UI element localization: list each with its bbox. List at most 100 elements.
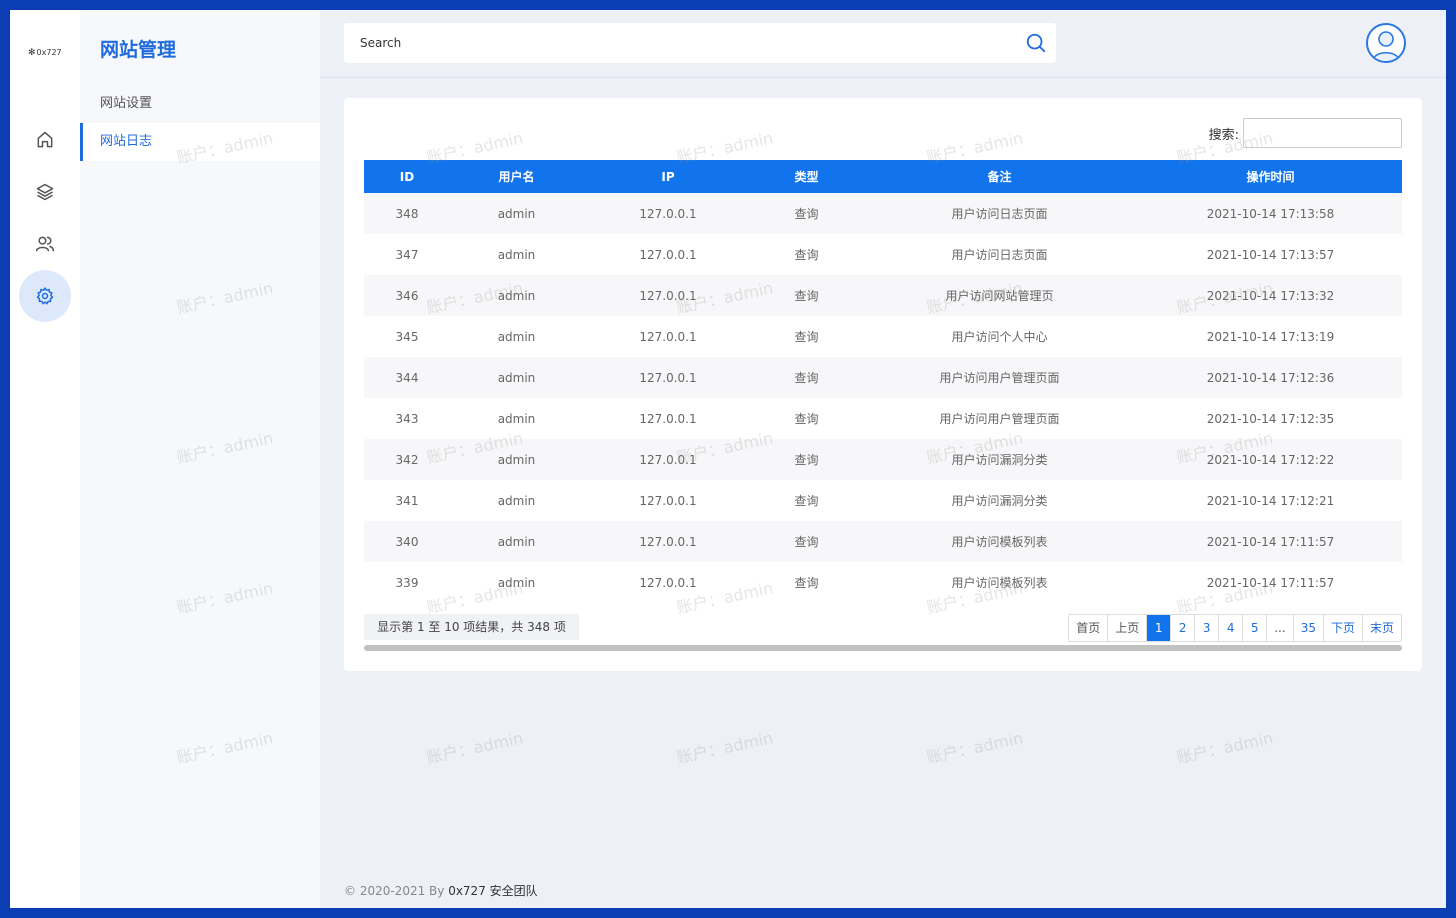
horizontal-scrollbar[interactable] (364, 645, 1402, 651)
table-cell: 127.0.0.1 (583, 439, 753, 480)
table-cell: admin (497, 575, 536, 590)
table-cell: admin (497, 411, 536, 426)
subnav-title: 网站管理 (100, 39, 177, 61)
table-row[interactable]: 347 admin 127.0.0.1 查询 用户访问日志页面 2021-10-14 17… (364, 234, 1402, 275)
column-header[interactable]: 操作时间 (1139, 160, 1402, 193)
table-row[interactable]: 340 admin 127.0.0.1 查询 用户访问模板列表 2021-10-14 17… (364, 521, 1402, 562)
table-cell: 2021-10-14 17:13:32 (1139, 275, 1402, 316)
pager-page-button[interactable]: 1 (1146, 615, 1171, 641)
table-cell: 用户访问漏洞分类 (951, 494, 1048, 508)
table-cell: 查询 (794, 330, 819, 344)
subnav-item-site-settings[interactable]: 网站设置 (80, 85, 320, 123)
rail-layers-button[interactable] (19, 166, 71, 218)
pager-page-button[interactable]: 35 (1292, 615, 1323, 641)
users-icon (35, 236, 55, 252)
table-row[interactable]: 339 admin 127.0.0.1 查询 用户访问模板列表 2021-10-14 17… (364, 562, 1402, 603)
table-header-row: ID 用户名 IP 类型 备注 操作时间 (364, 160, 1402, 193)
rail-settings-button[interactable] (19, 270, 71, 322)
search-input[interactable] (360, 36, 1016, 50)
pager-page-button[interactable]: 2 (1170, 615, 1194, 641)
pager-last-button[interactable]: 末页 (1361, 615, 1401, 641)
table-row[interactable]: 348 admin 127.0.0.1 查询 用户访问日志页面 2021-10-14 17… (364, 193, 1402, 234)
table-cell: 用户访问网站管理页 (860, 275, 1139, 316)
table-cell: 2021-10-14 17:12:36 (1139, 357, 1402, 398)
table-cell: 127.0.0.1 (583, 193, 753, 234)
table-cell: admin (450, 275, 583, 316)
table-row[interactable]: 345 admin 127.0.0.1 查询 用户访问个人中心 2021-10-14 17… (364, 316, 1402, 357)
log-table-card: 搜索: ID 用户名 IP 类型 备注 操作时间 348 admin 127.0.0.1 查询用… (344, 98, 1422, 671)
pager-page-button[interactable]: 3 (1194, 615, 1218, 641)
table-cell: 127.0.0.1 (639, 329, 697, 344)
pager-first-button[interactable]: 首页 (1069, 615, 1107, 641)
table-cell: 347 (395, 247, 419, 262)
table-cell: 345 (395, 329, 419, 344)
search-icon (1026, 33, 1046, 53)
table-cell: 用户访问日志页面 (951, 248, 1048, 262)
pager-ellipsis: ... (1266, 615, 1292, 641)
rail-home-button[interactable] (19, 114, 71, 166)
user-avatar[interactable] (1366, 23, 1406, 63)
home-icon (37, 131, 53, 148)
top-bar (320, 10, 1446, 78)
table-cell: 342 (364, 439, 450, 480)
table-cell: 查询 (753, 275, 860, 316)
table-cell: 2021-10-14 17:12:21 (1206, 493, 1335, 508)
table-cell: admin (450, 439, 583, 480)
pager-page-button[interactable]: 4 (1218, 615, 1242, 641)
table-cell: 用户访问个人中心 (951, 330, 1048, 344)
pager-page-button[interactable]: 5 (1242, 615, 1266, 641)
pager-next-button[interactable]: 下页 (1322, 615, 1362, 641)
table-cell: admin (450, 357, 583, 398)
column-header[interactable]: 备注 (860, 160, 1139, 193)
table-body: 348 admin 127.0.0.1 查询 用户访问日志页面 2021-10-14 17… (364, 193, 1402, 603)
table-row[interactable]: 344 admin 127.0.0.1 查询 用户访问用户管理页面 2021-10-14 … (364, 357, 1402, 398)
table-cell: 查询 (753, 193, 860, 234)
table-search-input[interactable] (1243, 118, 1402, 148)
table-cell: admin (450, 521, 583, 562)
rail-users-button[interactable] (19, 218, 71, 270)
search-button[interactable] (1016, 23, 1056, 63)
table-cell: 2021-10-14 17:12:35 (1206, 411, 1335, 426)
pagination: 首页 上页 1 2 3 4 5... 35 下页 末页 (1068, 614, 1402, 642)
table-row[interactable]: 346 admin 127.0.0.1 查询 用户访问网站管理页 2021-10-14 1… (364, 275, 1402, 316)
table-cell: 127.0.0.1 (583, 275, 753, 316)
table-cell: 查询 (794, 494, 819, 508)
table-row[interactable]: 342 admin 127.0.0.1 查询 用户访问漏洞分类 2021-10-14 17… (364, 439, 1402, 480)
table-cell: 用户访问用户管理页面 (860, 357, 1139, 398)
column-header[interactable]: ID (364, 160, 450, 193)
table-row[interactable]: 343 admin 127.0.0.1 查询 用户访问用户管理页面 2021-10-14 … (364, 398, 1402, 439)
table-cell: 查询 (794, 248, 819, 262)
table-cell: 用户访问日志页面 (860, 193, 1139, 234)
table-cell: 127.0.0.1 (639, 575, 697, 590)
global-search (344, 23, 1056, 63)
table-cell: 2021-10-14 17:12:22 (1139, 439, 1402, 480)
table-cell: 127.0.0.1 (583, 521, 753, 562)
column-header[interactable]: 用户名 (450, 160, 583, 193)
user-icon (1372, 31, 1400, 61)
table-cell: 344 (364, 357, 450, 398)
subnav-item-site-logs[interactable]: 网站日志 (80, 123, 320, 161)
log-table: ID 用户名 IP 类型 备注 操作时间 348 admin 127.0.0.1 查询 用户访问日… (364, 160, 1402, 603)
table-search: 搜索: (1209, 118, 1402, 148)
table-cell: 127.0.0.1 (583, 357, 753, 398)
table-row[interactable]: 341 admin 127.0.0.1 查询 用户访问漏洞分类 2021-10-14 17… (364, 480, 1402, 521)
footer-team: 0x727 安全团队 (448, 884, 538, 898)
table-cell: 2021-10-14 17:13:19 (1206, 329, 1335, 344)
table-cell: 查询 (794, 412, 819, 426)
table-cell: 340 (364, 521, 450, 562)
footer: © 2020-2021 By 0x727 安全团队 (344, 882, 538, 899)
column-header[interactable]: 类型 (753, 160, 860, 193)
table-cell: 2021-10-14 17:11:57 (1139, 521, 1402, 562)
table-cell: 127.0.0.1 (639, 247, 697, 262)
table-cell: 2021-10-14 17:13:57 (1206, 247, 1335, 262)
table-cell: 查询 (794, 576, 819, 590)
table-cell: 348 (364, 193, 450, 234)
table-cell: 用户访问漏洞分类 (860, 439, 1139, 480)
footer-copyright: © 2020-2021 By (344, 884, 449, 898)
column-header[interactable]: IP (583, 160, 753, 193)
pager-prev-button[interactable]: 上页 (1107, 615, 1146, 641)
table-cell: 查询 (753, 439, 860, 480)
table-cell: 查询 (753, 357, 860, 398)
table-info: 显示第 1 至 10 项结果，共 348 项 (364, 614, 579, 640)
logo: ✻0x727 (28, 48, 62, 58)
